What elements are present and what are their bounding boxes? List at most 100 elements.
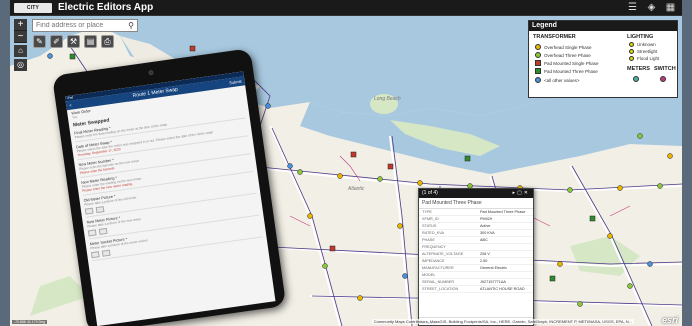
- pad-mounted-single-phase-symbol: [535, 60, 541, 66]
- tablet-device: iPad < Route 1 Meter Swap Submit Work Or…: [52, 48, 287, 326]
- gallery-button-icon[interactable]: [95, 206, 105, 214]
- legend-switch-header: SWITCH: [654, 66, 676, 72]
- legend-item: Unknown: [629, 42, 656, 47]
- gallery-button-icon[interactable]: [98, 227, 108, 235]
- popup-attribute-key: IMPEDANCE: [422, 259, 445, 263]
- popup-attribute-value: Pad Mounted Three Phase: [480, 210, 526, 214]
- camera-button-icon[interactable]: [87, 229, 97, 237]
- popup-attribute-row: XFMR_ID PM029: [419, 216, 533, 223]
- legend-item: Pad Mounted Single Phase: [535, 60, 599, 66]
- light-unknown-symbol: [629, 42, 634, 47]
- popup-title: Pad Mounted Three Phase: [419, 198, 533, 209]
- edit-toolbar: ✎ ✐ ⚒ ▤ ⎙: [33, 35, 114, 48]
- app-logo: CITY: [14, 2, 52, 13]
- camera-button-icon[interactable]: [90, 251, 100, 259]
- popup-attribute-key: RATED_KVA: [422, 231, 445, 235]
- popup-attribute-key: ALTERNATE_VOLTAGE: [422, 252, 464, 256]
- legend-transformer-header: TRANSFORMER: [533, 34, 576, 40]
- search-input[interactable]: [33, 22, 125, 29]
- popup-counter: (1 of 4): [422, 190, 438, 196]
- camera-button-icon[interactable]: [84, 207, 94, 215]
- popup-attribute-value: PM029: [480, 217, 493, 221]
- legend-item-label: Overhead Three Phase: [544, 52, 591, 58]
- popup-attribute-row: MANUFACTURER General Electric: [419, 265, 533, 272]
- flood-light-symbol: [629, 56, 634, 61]
- locate-button[interactable]: ◎: [14, 59, 27, 71]
- home-icon: ⌂: [18, 46, 23, 55]
- popup-attribute-value: ABC: [480, 238, 488, 242]
- basemap-gallery-icon[interactable]: ▦: [665, 2, 676, 13]
- zoom-out-button[interactable]: −: [14, 31, 27, 43]
- legend-item-label: Flood Light: [637, 56, 660, 61]
- popup-attribute-table: TYPE Pad Mounted Three Phase XFMR_ID PM029 S…: [419, 209, 533, 293]
- popup-attribute-key: SERIAL_NUMBER: [422, 280, 455, 284]
- header-icons: ☰ ◈ ▦: [627, 2, 676, 13]
- map-label-long-beach: Long Beach: [374, 96, 401, 102]
- ruler-icon: ⚒: [69, 37, 78, 46]
- popup-attribute-value: 2.50: [480, 259, 488, 263]
- app-header: CITY Electric Editors App ☰ ◈ ▦: [10, 0, 682, 16]
- popup-attribute-value: General Electric: [480, 266, 508, 270]
- home-button[interactable]: ⌂: [14, 45, 27, 57]
- app-title: Electric Editors App: [58, 2, 154, 13]
- print-icon: ⎙: [104, 37, 111, 46]
- legend-item: Pad Mounted Three Phase: [535, 68, 598, 74]
- zoom-in-button[interactable]: +: [14, 19, 27, 31]
- popup-attribute-row: STATUS Active: [419, 223, 533, 230]
- legend-item: <all other values>: [535, 77, 580, 83]
- form-body: Work Order Yes Meter Swapped Final Meter…: [67, 85, 267, 264]
- legend-item: Flood Light: [629, 56, 659, 61]
- locate-icon: ◎: [17, 60, 24, 69]
- close-icon[interactable]: ✕: [524, 190, 530, 196]
- pencil-icon: ✎: [36, 37, 43, 46]
- search-box: ⚲: [32, 19, 138, 32]
- legend-title: Legend: [529, 21, 677, 31]
- legend-item-label: Pad Mounted Single Phase: [544, 60, 599, 66]
- popup-attribute-value: ATLANTIC HOUSE ROAD: [480, 287, 525, 291]
- table-tool-button[interactable]: ▤: [84, 35, 97, 48]
- search-icon[interactable]: ⚲: [125, 20, 137, 31]
- back-button[interactable]: <: [69, 101, 73, 110]
- popup-attribute-row: STREET_LOCATION ATLANTIC HOUSE ROAD: [419, 286, 533, 293]
- legend-panel: Legend TRANSFORMER LIGHTING Overhead Sin…: [528, 20, 678, 98]
- popup-controls: ▸▢✕: [513, 189, 530, 198]
- legend-item: Overhead Single Phase: [535, 44, 592, 50]
- popup-attribute-key: STREET_LOCATION: [422, 287, 459, 291]
- meter-symbol: [633, 76, 639, 82]
- edit-tool-button[interactable]: ✎: [33, 35, 46, 48]
- gallery-button-icon[interactable]: [101, 249, 111, 257]
- coordinate-readout: -70.866 42.179 Deg: [12, 320, 47, 324]
- print-tool-button[interactable]: ⎙: [101, 35, 114, 48]
- popup-attribute-key: XFMR_ID: [422, 217, 439, 221]
- legend-item: Overhead Three Phase: [535, 52, 591, 58]
- popup-attribute-value: 300 KVA: [480, 231, 495, 235]
- popup-attribute-row: ALTERNATE_VOLTAGE 208 V: [419, 251, 533, 258]
- pad-mounted-three-phase-symbol: [535, 68, 541, 74]
- legend-item-label: <all other values>: [544, 77, 580, 83]
- measure-tool-button[interactable]: ⚒: [67, 35, 80, 48]
- zoom-controls: + − ⌂ ◎: [14, 19, 27, 71]
- popup-attribute-key: FREQUENCY: [422, 245, 446, 249]
- popup-attribute-key: TYPE: [422, 210, 432, 214]
- camera-icon: [148, 69, 154, 76]
- brush-icon: ✐: [53, 37, 60, 46]
- other-values-symbol: [535, 77, 541, 83]
- submit-button[interactable]: Submit: [229, 77, 243, 88]
- legend-item-label: Streetlight: [637, 49, 658, 54]
- maximize-icon[interactable]: ▢: [517, 190, 524, 196]
- legend-item-label: Pad Mounted Three Phase: [544, 68, 598, 74]
- popup-attribute-key: STATUS: [422, 224, 437, 228]
- popup-attribute-row: TYPE Pad Mounted Three Phase: [419, 209, 533, 216]
- popup-attribute-value: Active: [480, 224, 491, 228]
- draw-tool-button[interactable]: ✐: [50, 35, 63, 48]
- popup-attribute-key: PHASE: [422, 238, 435, 242]
- map-label-atlantic: Atlantic: [348, 186, 365, 192]
- popup-attribute-key: MODEL: [422, 273, 436, 277]
- popup-attribute-row: PHASE ABC: [419, 237, 533, 244]
- popup-attribute-row: SERIAL_NUMBER J927157771AA: [419, 279, 533, 286]
- popup-attribute-value: J927157771AA: [480, 280, 506, 284]
- popup-attribute-row: FREQUENCY: [419, 244, 533, 251]
- app-frame: CITY Electric Editors App ☰ ◈ ▦ Long Bea…: [10, 0, 682, 326]
- legend-list-icon[interactable]: ☰: [627, 2, 638, 13]
- layers-icon[interactable]: ◈: [646, 2, 657, 13]
